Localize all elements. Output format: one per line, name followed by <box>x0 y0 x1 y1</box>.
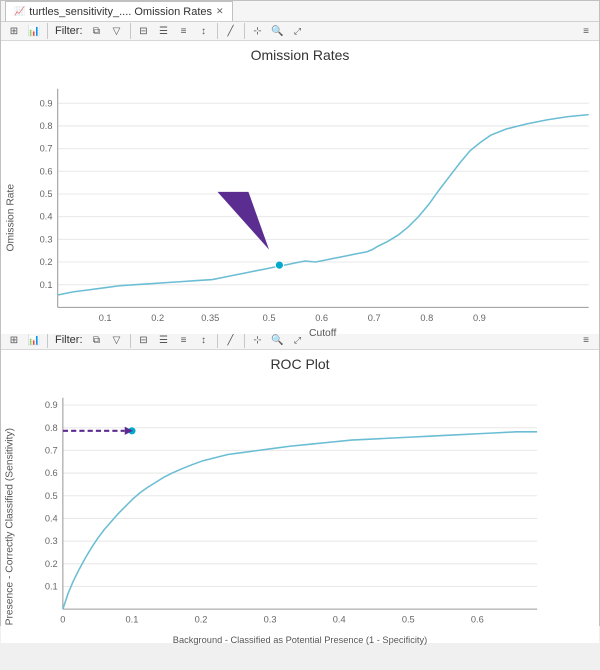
sep1 <box>47 23 48 39</box>
extent-icon[interactable]: ⤢ <box>289 22 307 40</box>
svg-text:0.2: 0.2 <box>151 313 164 323</box>
svg-text:0.5: 0.5 <box>402 615 415 625</box>
svg-text:0.5: 0.5 <box>40 189 53 199</box>
svg-text:0.8: 0.8 <box>420 313 433 323</box>
bottom-chart-title: ROC Plot <box>1 350 599 374</box>
svg-text:0.1: 0.1 <box>99 313 112 323</box>
svg-text:0: 0 <box>60 615 65 625</box>
svg-text:0.4: 0.4 <box>333 615 346 625</box>
svg-text:0.5: 0.5 <box>45 491 58 501</box>
svg-text:0.9: 0.9 <box>45 400 58 410</box>
toolbar-right: ≡ <box>577 22 595 40</box>
top-toolbar: ⊞ 📊 Filter: ⧉ ▽ ⊟ ☰ ≡ ↕ ╱ ⊹ 🔍 ⤢ ≡ <box>1 22 599 41</box>
top-tab-close[interactable]: ✕ <box>216 6 224 17</box>
top-chart-title: Omission Rates <box>1 41 599 65</box>
chart-icon[interactable]: 📊 <box>25 22 43 40</box>
col-icon[interactable]: ☰ <box>155 22 173 40</box>
svg-text:0.9: 0.9 <box>473 313 486 323</box>
top-tab-icon: 📈 <box>14 6 25 17</box>
svg-text:0.1: 0.1 <box>40 280 53 290</box>
sep3 <box>217 23 218 39</box>
sep2 <box>130 23 131 39</box>
cursor-icon[interactable]: ⊹ <box>249 22 267 40</box>
zoom-icon[interactable]: 🔍 <box>269 22 287 40</box>
filter-icon2[interactable]: ▽ <box>108 22 126 40</box>
bottom-chart-svg: Presence - Correctly Classified (Sensiti… <box>1 374 599 667</box>
svg-text:0.2: 0.2 <box>40 257 53 267</box>
filter-label: Filter: <box>55 25 83 37</box>
x-axis-label-top: Cutoff <box>309 328 336 339</box>
svg-text:0.7: 0.7 <box>368 313 381 323</box>
grid-icon[interactable]: ⊟ <box>135 22 153 40</box>
filter-icon1[interactable]: ⧉ <box>88 22 106 40</box>
top-panel: 📈 turtles_sensitivity_.... Omission Rate… <box>0 0 600 310</box>
x-axis-label-bottom: Background - Classified as Potential Pre… <box>173 635 427 645</box>
svg-text:0.6: 0.6 <box>315 313 328 323</box>
menu-icon[interactable]: ≡ <box>577 22 595 40</box>
svg-text:0.6: 0.6 <box>45 468 58 478</box>
svg-text:0.3: 0.3 <box>40 234 53 244</box>
top-chart-area: Omission Rates Omission Rate 0.1 0.2 0.3… <box>1 41 599 334</box>
top-tab[interactable]: 📈 turtles_sensitivity_.... Omission Rate… <box>5 1 233 21</box>
svg-text:0.2: 0.2 <box>45 559 58 569</box>
svg-text:0.6: 0.6 <box>471 615 484 625</box>
svg-text:0.3: 0.3 <box>45 536 58 546</box>
svg-text:0.35: 0.35 <box>201 313 219 323</box>
y-axis-label-top: Omission Rate <box>5 184 16 252</box>
svg-text:0.7: 0.7 <box>40 144 53 154</box>
svg-text:0.4: 0.4 <box>45 514 58 524</box>
bottom-panel: 📈 turtles_sensitivity_...able - ROC Plot… <box>0 310 600 626</box>
top-chart-svg: Omission Rate 0.1 0.2 0.35 0.5 0.6 0.7 0… <box>1 65 599 358</box>
bottom-chart-area: ROC Plot Presence - Correctly Classified… <box>1 350 599 643</box>
sep4 <box>244 23 245 39</box>
sort-icon[interactable]: ↕ <box>195 22 213 40</box>
svg-text:0.5: 0.5 <box>263 313 276 323</box>
svg-text:0.3: 0.3 <box>264 615 277 625</box>
svg-text:0.8: 0.8 <box>40 121 53 131</box>
highlight-dot-top <box>275 261 283 269</box>
svg-text:0.6: 0.6 <box>40 166 53 176</box>
row-icon[interactable]: ≡ <box>175 22 193 40</box>
top-tab-bar: 📈 turtles_sensitivity_.... Omission Rate… <box>1 1 599 22</box>
svg-text:0.4: 0.4 <box>40 212 53 222</box>
svg-text:0.2: 0.2 <box>195 615 208 625</box>
top-tab-label: turtles_sensitivity_.... Omission Rates <box>29 6 212 18</box>
svg-text:0.9: 0.9 <box>40 98 53 108</box>
annotation-arrow-top <box>218 192 270 250</box>
line-icon[interactable]: ╱ <box>222 22 240 40</box>
svg-text:0.1: 0.1 <box>125 615 138 625</box>
svg-text:0.1: 0.1 <box>45 582 58 592</box>
svg-text:0.8: 0.8 <box>45 423 58 433</box>
table-icon[interactable]: ⊞ <box>5 22 23 40</box>
svg-text:0.7: 0.7 <box>45 445 58 455</box>
y-axis-label-bottom: Presence - Correctly Classified (Sensiti… <box>4 428 15 625</box>
